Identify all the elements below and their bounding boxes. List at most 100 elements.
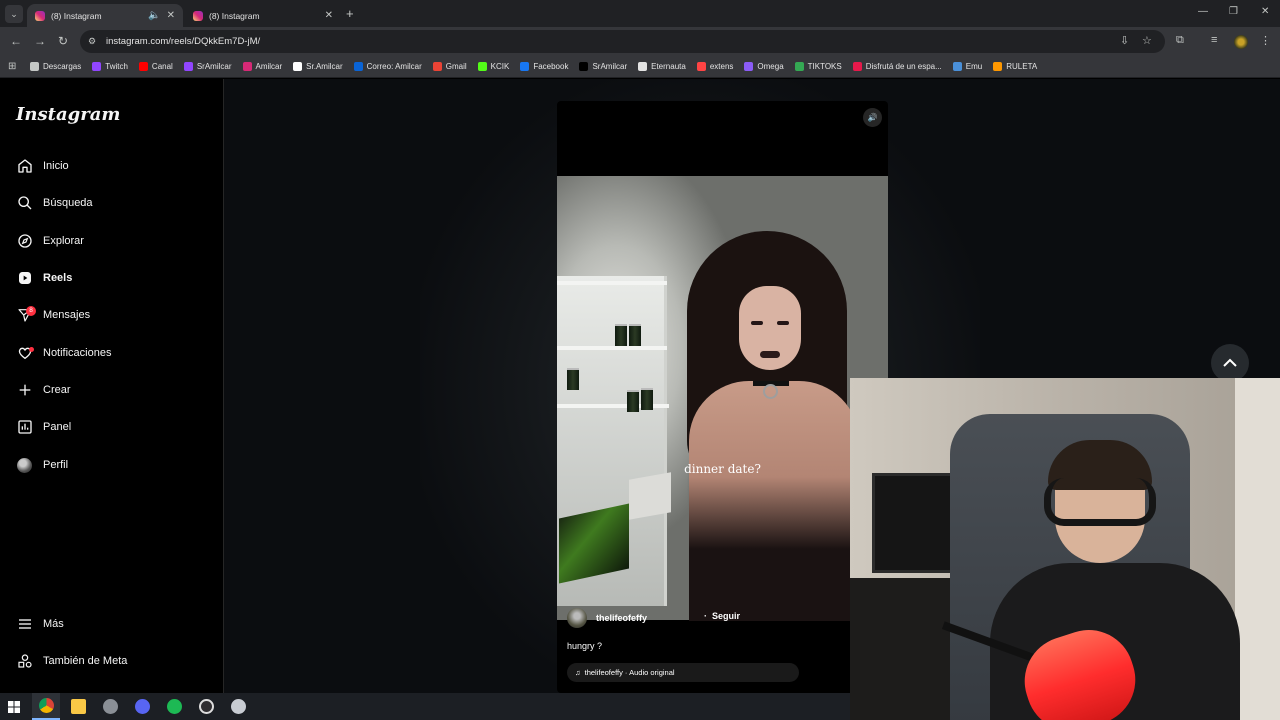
spotify-icon[interactable] (160, 693, 188, 720)
bookmark-label[interactable]: SrAmilcar (592, 62, 627, 71)
bookmark-favicon-icon (92, 62, 102, 71)
bookmark-item[interactable]: extens (696, 62, 734, 71)
bookmark-item[interactable]: Eternauta (638, 62, 686, 71)
windows-start-icon[interactable] (0, 693, 28, 720)
author-username[interactable]: thelifeofeffy (596, 613, 647, 623)
bookmark-item[interactable]: Twitch (92, 62, 128, 71)
bookmark-item[interactable]: Emu (952, 62, 982, 71)
back-icon[interactable]: ← (10, 34, 22, 48)
audio-attribution[interactable]: ♫ thelifeofeffy · Audio original (567, 663, 799, 682)
sidebar-item-crear[interactable]: Crear (16, 377, 71, 403)
sidebar-item-notificaciones[interactable]: Notificaciones (16, 340, 111, 366)
bookmark-label[interactable]: Omega (757, 62, 783, 71)
sidebar-item-inicio[interactable]: Inicio (16, 153, 69, 179)
bookmark-label[interactable]: Emu (966, 62, 982, 71)
sidebar-item-meta[interactable]: También de Meta (16, 648, 127, 674)
bookmark-item[interactable]: Disfrutá de un espa... (852, 62, 942, 71)
bookmark-item[interactable]: Correo: Amilcar (353, 62, 422, 71)
bookmark-label[interactable]: TIKTOKS (808, 62, 842, 71)
follow-button[interactable]: · Seguir (704, 611, 740, 621)
bookmark-item[interactable]: Descargas (30, 62, 81, 71)
instagram-logo[interactable]: Instagram (16, 104, 120, 125)
tab-instagram-1[interactable]: (8) Instagram 🔈 ✕ (27, 4, 183, 27)
bookmark-item[interactable]: Sr.Amilcar (293, 62, 343, 71)
follow-label[interactable]: Seguir (712, 611, 740, 621)
bookmark-label[interactable]: Canal (152, 62, 173, 71)
bookmark-item[interactable]: Canal (138, 62, 173, 71)
sidebar-item-label: Inicio (43, 160, 69, 172)
install-app-icon[interactable]: ⇩ (1120, 34, 1129, 47)
forward-icon[interactable]: → (34, 34, 46, 48)
reel-author[interactable]: thelifeofeffy (567, 608, 647, 628)
bookmark-label[interactable]: Correo: Amilcar (367, 62, 422, 71)
sidebar-item-busqueda[interactable]: Búsqueda (16, 190, 93, 216)
bookmark-label[interactable]: Sr.Amilcar (306, 62, 342, 71)
site-info-icon[interactable]: ⚙ (88, 36, 98, 47)
bookmark-item[interactable]: SrAmilcar (579, 62, 627, 71)
profile-avatar[interactable] (1234, 35, 1248, 49)
close-tab-icon[interactable]: ✕ (325, 10, 333, 21)
bookmark-label[interactable]: Facebook (533, 62, 568, 71)
close-tab-icon[interactable]: ✕ (167, 10, 175, 21)
bookmark-item[interactable]: Omega (744, 62, 784, 71)
bookmark-item[interactable]: Amilcar (242, 62, 283, 71)
bookmark-label[interactable]: Amilcar (256, 62, 283, 71)
bookmark-item[interactable]: RULETA (993, 62, 1037, 71)
bookmark-label[interactable]: Eternauta (651, 62, 686, 71)
bookmark-star-icon[interactable]: ☆ (1142, 34, 1152, 47)
bookmark-item[interactable]: KCIK (477, 62, 510, 71)
address-bar[interactable]: ⚙ instagram.com/reels/DQkkEm7D-jM/ (80, 30, 1165, 53)
reel-video-frame[interactable]: dinner date? (557, 176, 888, 621)
restore-icon[interactable]: ❐ (1229, 6, 1238, 17)
webcam-overlay (850, 378, 1280, 720)
minimize-icon[interactable]: — (1198, 6, 1208, 17)
menu-icon (16, 616, 33, 633)
sidebar-item-reels[interactable]: Reels (16, 265, 72, 291)
sidebar-item-perfil[interactable]: Perfil (16, 452, 68, 478)
tab-instagram-2[interactable]: (8) Instagram ✕ (185, 4, 341, 27)
person-image (667, 231, 867, 621)
new-tab-icon[interactable]: + (346, 6, 354, 21)
volume-icon[interactable]: 🔊 (863, 108, 882, 127)
audio-label[interactable]: thelifeofeffy · Audio original (585, 668, 675, 677)
bookmark-label[interactable]: RULETA (1006, 62, 1037, 71)
close-window-icon[interactable]: ✕ (1261, 6, 1269, 17)
bookmark-label[interactable]: KCIK (491, 62, 510, 71)
media-control-icon[interactable]: ≡ (1211, 34, 1217, 46)
discord-icon[interactable] (128, 693, 156, 720)
sidebar-item-mas[interactable]: Más (16, 611, 64, 637)
sidebar-item-mensajes[interactable]: 8 Mensajes (16, 302, 90, 328)
extensions-icon[interactable]: ⧉ (1176, 34, 1184, 47)
bookmark-item[interactable]: Gmail (432, 62, 467, 71)
sidebar-item-panel[interactable]: Panel (16, 414, 71, 440)
reel-player[interactable]: 🔊 dinner date? thelifeofeffy · Seguir hu… (557, 101, 888, 693)
bookmark-label[interactable]: Disfrutá de un espa... (866, 62, 942, 71)
obs-icon[interactable] (192, 693, 220, 720)
author-avatar[interactable] (567, 608, 587, 628)
audio-playing-icon[interactable]: 🔈 (148, 10, 160, 21)
bookmark-item[interactable]: Facebook (520, 62, 568, 71)
file-explorer-icon[interactable] (64, 693, 92, 720)
sidebar-item-label: Notificaciones (43, 347, 112, 359)
bookmark-item[interactable]: SrAmilcar (183, 62, 232, 71)
app-icon[interactable] (224, 693, 252, 720)
messenger-icon: 8 (16, 305, 36, 324)
bookmark-label[interactable]: SrAmilcar (197, 62, 232, 71)
tab-strip: ⌄ (8) Instagram 🔈 ✕ (8) Instagram ✕ + — … (0, 0, 1280, 27)
bookmark-label[interactable]: extens (710, 62, 734, 71)
app-icon[interactable] (96, 693, 124, 720)
bookmark-label[interactable]: Twitch (105, 62, 128, 71)
bookmark-label[interactable]: Gmail (446, 62, 467, 71)
bookmark-label[interactable]: Descargas (43, 62, 81, 71)
tab-search-button[interactable]: ⌄ (5, 5, 23, 23)
sidebar-item-label: Búsqueda (43, 197, 93, 209)
reload-icon[interactable]: ↻ (58, 34, 68, 48)
shelf (557, 346, 667, 350)
chrome-icon[interactable] (32, 693, 60, 720)
bookmark-item[interactable]: TIKTOKS (794, 62, 842, 71)
kebab-menu-icon[interactable]: ⋮ (1260, 34, 1271, 47)
apps-grid-icon[interactable]: ⊞ (8, 61, 20, 72)
previous-reel-chevron-up-icon[interactable] (1211, 344, 1249, 382)
sidebar-item-explorar[interactable]: Explorar (16, 228, 84, 254)
url-text[interactable]: instagram.com/reels/DQkkEm7D-jM/ (106, 36, 260, 47)
